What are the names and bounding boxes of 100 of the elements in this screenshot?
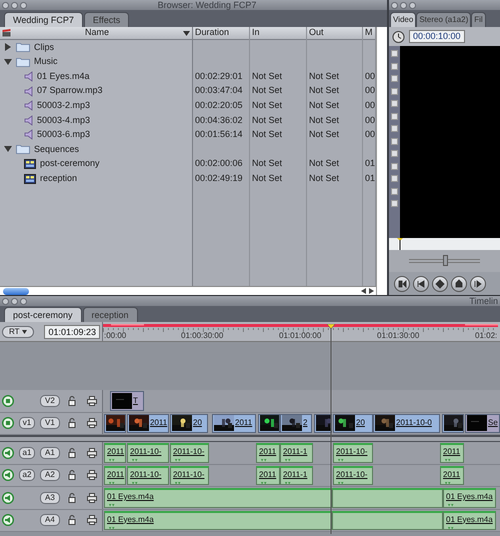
audio-clip[interactable]: 2011 bbox=[104, 466, 126, 485]
timecode-field[interactable]: 01:01:09:23 bbox=[44, 324, 100, 338]
item-name[interactable]: 50003-4.mp3 bbox=[37, 114, 90, 128]
graphic-clip[interactable]: Se bbox=[465, 414, 500, 433]
item-name[interactable]: 07 Sparrow.mp3 bbox=[37, 84, 103, 98]
column-header[interactable]: In bbox=[250, 27, 306, 40]
item-name[interactable]: Clips bbox=[34, 40, 54, 54]
audio-clip[interactable]: 2011-10- bbox=[127, 466, 169, 485]
minimize-button[interactable] bbox=[11, 2, 18, 8]
minimize-button[interactable] bbox=[400, 2, 407, 8]
tab[interactable]: reception bbox=[82, 307, 138, 322]
footage-clip[interactable] bbox=[104, 414, 126, 433]
track-audible-icon[interactable] bbox=[2, 514, 14, 526]
audio-clip[interactable] bbox=[332, 488, 443, 508]
transport-button[interactable] bbox=[413, 276, 429, 292]
track-audible-icon[interactable] bbox=[2, 492, 14, 504]
item-name[interactable]: Music bbox=[34, 55, 58, 69]
audio-clip[interactable]: 2011 bbox=[104, 443, 126, 462]
track-patch[interactable]: A4 bbox=[40, 514, 60, 526]
audio-clip[interactable]: 2011-10- bbox=[333, 466, 373, 485]
audio-clip[interactable]: 2011-10- bbox=[170, 443, 209, 462]
track-patch[interactable]: A2 bbox=[40, 469, 60, 482]
track-audible-icon[interactable] bbox=[2, 446, 14, 459]
footage-clip[interactable]: 20 bbox=[170, 414, 208, 433]
graphic-clip[interactable]: T bbox=[110, 391, 144, 410]
lock-icon[interactable] bbox=[68, 492, 76, 503]
close-button[interactable] bbox=[391, 2, 398, 8]
transport-button[interactable] bbox=[451, 276, 467, 292]
horizontal-scrollbar[interactable] bbox=[0, 286, 376, 295]
item-name[interactable]: Sequences bbox=[34, 142, 80, 156]
close-button[interactable] bbox=[2, 298, 9, 304]
audio-clip[interactable]: 2011-10- bbox=[170, 466, 209, 485]
zoom-button[interactable] bbox=[20, 2, 27, 8]
footage-clip[interactable]: 2011-10-0 bbox=[373, 414, 440, 433]
audio-clip[interactable]: 2011-1 bbox=[280, 443, 313, 462]
audio-clip[interactable]: 01 Eyes.m4a bbox=[104, 488, 332, 508]
lock-icon[interactable] bbox=[68, 515, 76, 526]
rt-menu-button[interactable]: RT bbox=[2, 326, 34, 338]
vertical-scrollbar[interactable] bbox=[376, 27, 387, 295]
audio-clip[interactable]: 2011 bbox=[256, 466, 280, 485]
playhead-icon[interactable] bbox=[397, 238, 403, 250]
audio-clip[interactable]: 01 Eyes.m4a bbox=[104, 510, 332, 530]
audio-clip[interactable]: 2011 bbox=[440, 466, 464, 485]
minimize-button[interactable] bbox=[11, 298, 18, 304]
disclosure-triangle-icon[interactable] bbox=[4, 43, 12, 52]
disclosure-triangle-icon[interactable] bbox=[4, 58, 12, 66]
scroll-left-icon[interactable] bbox=[361, 288, 367, 294]
lock-icon[interactable] bbox=[68, 448, 76, 458]
tab[interactable]: Wedding FCP7 bbox=[4, 12, 83, 27]
track-patch[interactable]: V1 bbox=[40, 417, 60, 430]
footage-clip[interactable] bbox=[442, 414, 464, 433]
footage-clip[interactable]: 2 bbox=[280, 414, 312, 433]
footage-clip[interactable]: 2011 bbox=[127, 414, 169, 433]
transport-button[interactable] bbox=[432, 276, 448, 292]
zoom-button[interactable] bbox=[409, 2, 416, 8]
footage-clip[interactable]: 20 bbox=[333, 414, 373, 433]
transport-button[interactable] bbox=[394, 276, 410, 292]
footage-clip[interactable]: 2011 bbox=[212, 414, 256, 433]
scroll-right-icon[interactable] bbox=[368, 288, 374, 294]
audio-clip[interactable]: 2011 bbox=[440, 443, 464, 462]
item-name[interactable]: 50003-2.mp3 bbox=[37, 98, 90, 112]
source-patch[interactable]: a2 bbox=[18, 469, 36, 482]
tab[interactable]: Fil bbox=[471, 12, 486, 27]
source-patch[interactable]: a1 bbox=[18, 446, 36, 459]
audio-clip[interactable]: 2011-10- bbox=[333, 443, 373, 462]
lock-icon[interactable] bbox=[68, 418, 76, 428]
source-patch[interactable]: v1 bbox=[18, 417, 36, 430]
lock-icon[interactable] bbox=[68, 470, 76, 480]
audio-clip[interactable] bbox=[332, 510, 443, 530]
audio-clip[interactable]: 01 Eyes.m4a bbox=[443, 510, 496, 530]
tab[interactable]: post-ceremony bbox=[4, 307, 82, 322]
close-button[interactable] bbox=[2, 2, 9, 8]
tab[interactable]: Video bbox=[390, 12, 416, 27]
lock-icon[interactable] bbox=[68, 396, 76, 406]
transport-button[interactable] bbox=[470, 276, 486, 292]
column-header[interactable]: Out bbox=[307, 27, 362, 40]
item-name[interactable]: post-ceremony bbox=[40, 157, 100, 171]
track-patch[interactable]: A1 bbox=[40, 446, 60, 459]
column-header[interactable]: Name bbox=[0, 27, 192, 40]
tab[interactable]: Effects bbox=[84, 12, 130, 27]
footage-clip[interactable] bbox=[258, 414, 280, 433]
audio-clip[interactable]: 2011-1 bbox=[280, 466, 313, 485]
audio-clip[interactable]: 01 Eyes.m4a bbox=[443, 488, 496, 508]
item-name[interactable]: reception bbox=[40, 172, 78, 186]
zoom-button[interactable] bbox=[20, 298, 27, 304]
track-audible-icon[interactable] bbox=[2, 469, 14, 482]
timecode-field[interactable]: 00:00:10:00 bbox=[409, 30, 465, 43]
footage-clip[interactable] bbox=[314, 414, 332, 433]
track-visibility-icon[interactable] bbox=[2, 417, 14, 430]
track-patch[interactable]: V2 bbox=[40, 394, 60, 407]
column-header[interactable]: M bbox=[363, 27, 375, 40]
audio-clip[interactable]: 2011-10- bbox=[127, 443, 169, 462]
tab[interactable]: Stereo (a1a2) bbox=[416, 12, 472, 27]
item-name[interactable]: 50003-6.mp3 bbox=[37, 128, 90, 142]
track-patch[interactable]: A3 bbox=[40, 492, 60, 504]
scroll-thumb[interactable] bbox=[3, 288, 29, 294]
track-visibility-icon[interactable] bbox=[2, 394, 14, 407]
audio-clip[interactable]: 2011 bbox=[256, 443, 280, 462]
disclosure-triangle-icon[interactable] bbox=[4, 145, 12, 154]
jog-slider-thumb[interactable] bbox=[442, 255, 448, 266]
